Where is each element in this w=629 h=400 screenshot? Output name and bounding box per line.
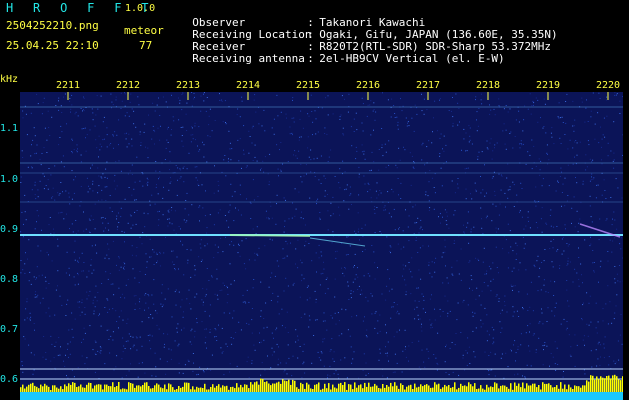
meteor-count: 77 xyxy=(139,39,153,52)
y-tick-label: 0.7 xyxy=(0,324,19,335)
meteor-label: meteor xyxy=(124,24,164,37)
y-tick-label: 1.0 xyxy=(0,174,19,185)
y-tick-label: 0.8 xyxy=(0,274,19,285)
antenna-row: Receiving antenna:2el-HB9CV Vertical (el… xyxy=(179,41,505,65)
x-tick-label: 2219 xyxy=(536,80,561,91)
x-tick-label: 2214 xyxy=(236,80,261,91)
meteor-echo xyxy=(229,234,311,237)
y-tick-label: 0.9 xyxy=(0,224,19,235)
y-axis-unit: kHz xyxy=(0,74,19,85)
x-tick-label: 2220 xyxy=(596,80,621,91)
y-tick-label: 1.1 xyxy=(0,123,19,134)
x-tick-label: 2218 xyxy=(476,80,501,91)
timestamp: 25.04.25 22:10 xyxy=(6,39,99,52)
file-name: 2504252210.png xyxy=(6,19,99,32)
x-tick-label: 2212 xyxy=(116,80,141,91)
spectrogram-panel xyxy=(20,92,624,400)
spectrogram-canvas xyxy=(20,92,624,400)
meteor-echo xyxy=(309,237,366,247)
y-tick-label: 0.6 xyxy=(0,374,19,385)
x-tick-label: 2216 xyxy=(356,80,381,91)
app-version: 1.0.0 xyxy=(125,3,156,14)
antenna-key: Receiving antenna xyxy=(192,52,305,65)
x-tick-label: 2213 xyxy=(176,80,201,91)
x-tick-label: 2217 xyxy=(416,80,441,91)
x-tick-label: 2215 xyxy=(296,80,321,91)
separator: : xyxy=(307,52,314,65)
x-tick-label: 2211 xyxy=(56,80,81,91)
antenna-value: 2el-HB9CV Vertical (el. E-W) xyxy=(319,52,505,65)
hrofft-window: { "header": { "brand": "H R O F F T", "v… xyxy=(0,0,629,400)
